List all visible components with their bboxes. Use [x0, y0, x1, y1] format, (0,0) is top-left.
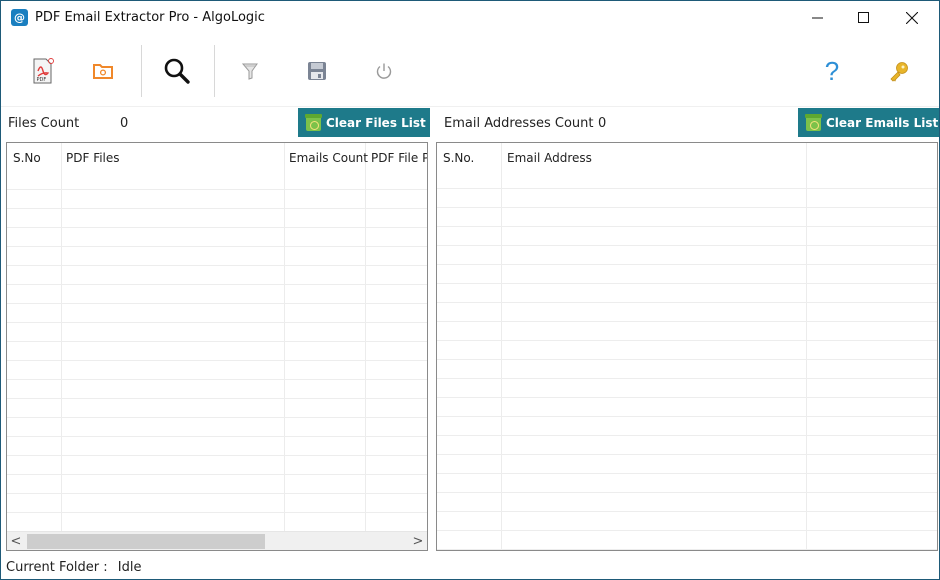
grid-row-divider [437, 359, 937, 360]
app-window: @ PDF Email Extractor Pro - AlgoLogic PD… [0, 0, 940, 580]
search-icon [164, 58, 190, 84]
power-icon [376, 63, 392, 79]
grid-row-divider [7, 265, 427, 266]
clear-files-label: Clear Files List [326, 115, 426, 130]
close-button[interactable] [889, 1, 935, 35]
grid-row-divider [7, 512, 427, 513]
grid-row-divider [437, 245, 937, 246]
recycle-bin-icon [305, 113, 322, 131]
column-divider [501, 143, 502, 550]
column-header-pdf-file-path[interactable]: PDF File Pa [371, 151, 427, 165]
grid-row-divider [7, 189, 427, 190]
grid-row-divider [7, 303, 427, 304]
grid-row-divider [437, 321, 937, 322]
grid-row-divider [437, 492, 937, 493]
grid-row-divider [437, 226, 937, 227]
grid-row-divider [437, 397, 937, 398]
column-header-sno[interactable]: S.No. [443, 151, 474, 165]
add-pdf-button[interactable]: PDF [23, 51, 63, 91]
help-icon: ? [824, 55, 840, 86]
grid-row-divider [437, 549, 937, 550]
grid-row-divider [437, 378, 937, 379]
grid-row-divider [437, 340, 937, 341]
svg-text:PDF: PDF [37, 77, 47, 83]
column-divider [284, 143, 285, 550]
grid-row-divider [7, 322, 427, 323]
clear-emails-label: Clear Emails List [826, 115, 939, 130]
emails-grid[interactable]: S.No. Email Address [436, 142, 938, 551]
column-divider [61, 143, 62, 550]
save-icon [308, 62, 326, 80]
column-header-pdf-files[interactable]: PDF Files [66, 151, 120, 165]
maximize-button[interactable] [841, 1, 887, 35]
grid-row-divider [437, 511, 937, 512]
grid-row-divider [437, 302, 937, 303]
window-title: PDF Email Extractor Pro - AlgoLogic [35, 10, 265, 25]
close-icon [906, 12, 918, 24]
power-button[interactable] [364, 51, 404, 91]
filter-icon [241, 63, 258, 80]
grid-row-divider [437, 188, 937, 189]
status-label: Current Folder : [6, 560, 108, 575]
status-value: Idle [117, 560, 142, 575]
files-count-label: Files Count [8, 116, 80, 131]
toolbar-separator [141, 45, 142, 97]
grid-row-divider [7, 493, 427, 494]
toolbar-separator [214, 45, 215, 97]
scroll-right-arrow[interactable]: > [409, 532, 427, 550]
search-button[interactable] [157, 51, 197, 91]
grid-row-divider [437, 264, 937, 265]
status-bar: Current Folder : Idle [6, 560, 142, 575]
grid-row-divider [437, 530, 937, 531]
files-count-value: 0 [120, 116, 129, 131]
grid-row-divider [437, 473, 937, 474]
grid-row-divider [7, 360, 427, 361]
add-folder-button[interactable] [83, 51, 123, 91]
scroll-left-arrow[interactable]: < [7, 532, 25, 550]
minimize-button[interactable] [795, 1, 841, 35]
emails-count-label: Email Addresses Count [444, 116, 594, 131]
grid-row-divider [7, 379, 427, 380]
grid-row-divider [437, 283, 937, 284]
column-divider [806, 143, 807, 550]
minimize-icon [812, 17, 823, 19]
app-icon: @ [11, 9, 28, 26]
grid-row-divider [7, 208, 427, 209]
grid-row-divider [7, 474, 427, 475]
folder-icon [93, 64, 113, 79]
grid-row-divider [7, 284, 427, 285]
grid-row-divider [7, 246, 427, 247]
title-bar: @ PDF Email Extractor Pro - AlgoLogic [1, 1, 939, 35]
grid-row-divider [7, 227, 427, 228]
key-icon [890, 62, 908, 82]
grid-row-divider [7, 417, 427, 418]
grid-row-divider [437, 435, 937, 436]
filter-button[interactable] [230, 51, 270, 91]
column-header-email-address[interactable]: Email Address [507, 151, 592, 165]
grid-row-divider [7, 341, 427, 342]
grid-row-divider [7, 436, 427, 437]
column-header-emails-count[interactable]: Emails Count [289, 151, 368, 165]
pdf-file-icon: PDF [33, 58, 54, 84]
scrollbar-thumb[interactable] [27, 534, 265, 549]
toolbar: PDF ? [1, 35, 939, 107]
grid-row-divider [7, 455, 427, 456]
grid-row-divider [437, 416, 937, 417]
clear-files-button[interactable]: Clear Files List [298, 108, 430, 137]
license-button[interactable] [879, 51, 919, 91]
grid-row-divider [437, 454, 937, 455]
recycle-bin-icon [805, 113, 822, 131]
horizontal-scrollbar[interactable]: < > [7, 531, 427, 550]
grid-row-divider [437, 207, 937, 208]
files-grid[interactable]: S.No PDF Files Emails Count PDF File Pa … [6, 142, 428, 551]
save-button[interactable] [297, 51, 337, 91]
grid-row-divider [7, 398, 427, 399]
maximize-icon [858, 12, 869, 23]
emails-count-value: 0 [598, 116, 607, 131]
clear-emails-button[interactable]: Clear Emails List [798, 108, 939, 137]
column-divider [365, 143, 366, 550]
column-header-sno[interactable]: S.No [13, 151, 41, 165]
help-button[interactable]: ? [812, 51, 852, 91]
